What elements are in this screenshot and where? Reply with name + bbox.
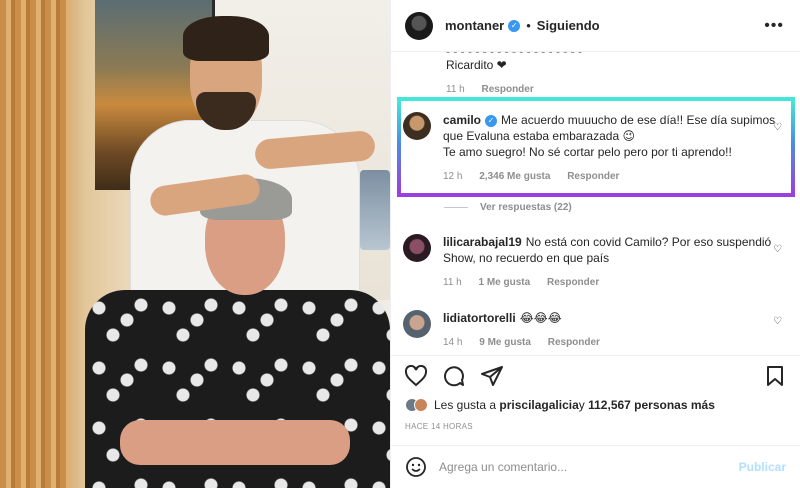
- comment-meta: 12 h 2,346 Me gusta Responder: [443, 169, 788, 185]
- comment-time: 12 h: [443, 171, 463, 182]
- replies-line: [444, 207, 468, 208]
- comment-input[interactable]: Agrega un comentario...: [439, 460, 739, 474]
- likes-count[interactable]: 112,567 personas más: [588, 398, 715, 412]
- header-separator: •: [526, 18, 531, 33]
- likes-prefix: Les gusta a: [434, 398, 497, 412]
- comment-item: lilicarabajal19 No está con covid Camilo?…: [403, 234, 788, 291]
- comment-meta: 11 h 1 Me gusta Responder: [443, 275, 788, 291]
- commenter-avatar[interactable]: [403, 310, 431, 338]
- phone-in-hand: [360, 170, 390, 250]
- comment-body: lilicarabajal19 No está con covid Camilo?…: [443, 234, 788, 291]
- view-replies-label[interactable]: Ver respuestas (22): [480, 202, 572, 213]
- likes-mid: y: [578, 398, 585, 412]
- post-side-panel: montaner ✓ • Siguiendo ••• ‐ ‐ ‐ ‐ ‐ ‐ ‐…: [390, 0, 800, 488]
- emoji-icon[interactable]: [405, 456, 427, 478]
- share-icon[interactable]: [479, 363, 505, 389]
- publish-button[interactable]: Publicar: [739, 460, 786, 474]
- reply-link[interactable]: Responder: [548, 337, 600, 348]
- comment-likes[interactable]: 2,346 Me gusta: [479, 171, 550, 182]
- comment-item: camilo ✓ Me acuerdo muuucho de ese día!! E…: [403, 112, 788, 185]
- post-timestamp[interactable]: HACE 14 HORAS: [405, 422, 473, 431]
- reply-link[interactable]: Responder: [547, 277, 599, 288]
- comment-body: lidiatortorelli 😂😂😂 14 h 9 Me gusta Respo…: [443, 310, 788, 351]
- commenter-username[interactable]: camilo: [443, 113, 481, 127]
- heart-icon[interactable]: [403, 363, 429, 389]
- comment-text-line2: Te amo suegro! No sé cortar pelo pero po…: [443, 145, 732, 159]
- comment-likes[interactable]: 1 Me gusta: [479, 277, 531, 288]
- comment-icon[interactable]: [441, 363, 467, 389]
- verified-icon: ✓: [508, 19, 521, 32]
- comment-body: camilo ✓ Me acuerdo muuucho de ese día!! E…: [443, 112, 788, 185]
- comment-text: 😂😂😂: [519, 311, 562, 325]
- client-hands: [120, 420, 350, 465]
- view-replies[interactable]: Ver respuestas (22): [444, 202, 572, 213]
- comment-time: 11 h: [443, 277, 462, 288]
- barber-hair: [183, 16, 269, 61]
- comment-meta: 14 h 9 Me gusta Responder: [443, 335, 788, 351]
- author-username[interactable]: montaner: [445, 18, 504, 33]
- comment-heart-icon[interactable]: ♡: [773, 122, 782, 133]
- more-icon[interactable]: •••: [764, 17, 784, 35]
- liker-username[interactable]: priscilagalicia: [499, 398, 578, 412]
- curtain-background: [0, 0, 70, 488]
- previous-comment-meta: 11 h Responder: [446, 84, 534, 95]
- instagram-post-view: montaner ✓ • Siguiendo ••• ‐ ‐ ‐ ‐ ‐ ‐ ‐…: [0, 0, 800, 488]
- comment-heart-icon[interactable]: ♡: [773, 244, 782, 255]
- verified-icon: ✓: [485, 114, 498, 127]
- comment-heart-icon[interactable]: ♡: [773, 316, 782, 327]
- likes-summary: Les gusta a priscilagalicia y 112,567 pe…: [405, 398, 715, 412]
- commenter-avatar[interactable]: [403, 112, 431, 140]
- comment-likes[interactable]: 9 Me gusta: [479, 337, 531, 348]
- comment-item: lidiatortorelli 😂😂😂 14 h 9 Me gusta Respo…: [403, 310, 788, 351]
- reply-link[interactable]: Responder: [482, 84, 534, 95]
- post-photo[interactable]: [0, 0, 390, 488]
- previous-comment-text: Ricardito ❤: [446, 58, 507, 72]
- comments-list[interactable]: ‐ ‐ ‐ ‐ ‐ ‐ ‐ ‐ ‐ ‐ ‐ ‐ ‐ ‐ ‐ ‐ ‐ ‐ ‐ Ri…: [391, 52, 800, 352]
- following-button[interactable]: Siguiendo: [537, 18, 600, 33]
- post-header: montaner ✓ • Siguiendo •••: [391, 0, 800, 52]
- liker-avatar: [414, 398, 428, 412]
- author-avatar[interactable]: [405, 11, 433, 40]
- comment-time: 14 h: [443, 337, 463, 348]
- commenter-username[interactable]: lidiatortorelli: [443, 311, 516, 325]
- reply-link[interactable]: Responder: [567, 171, 619, 182]
- action-bar: [391, 355, 800, 395]
- commenter-username[interactable]: lilicarabajal19: [443, 235, 522, 249]
- commenter-avatar[interactable]: [403, 234, 431, 262]
- save-icon[interactable]: [762, 363, 788, 389]
- add-comment-bar: Agrega un comentario... Publicar: [391, 445, 800, 488]
- comment-time: 11 h: [446, 84, 465, 95]
